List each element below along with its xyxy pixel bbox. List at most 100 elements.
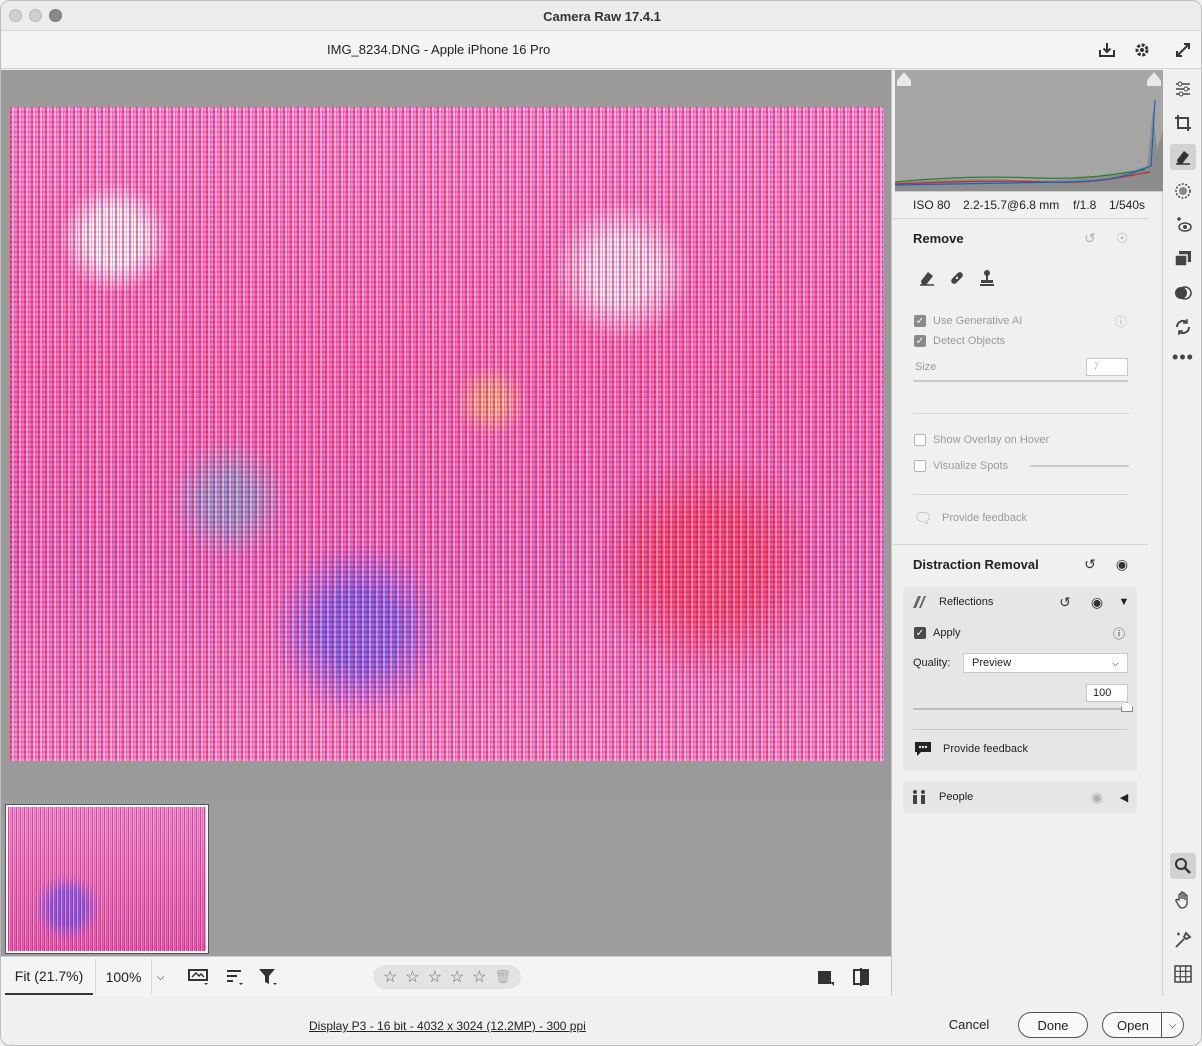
open-button[interactable]: Open ⌵ [1102,1012,1184,1038]
visualize-spots-label: Visualize Spots [933,460,1009,472]
hand-tool-icon[interactable] [1170,887,1196,913]
zoom-fit-button[interactable]: Fit (21.7%) [5,959,93,995]
open-button-label: Open [1117,1017,1149,1033]
generative-ai-info-icon[interactable]: ⓘ [1113,313,1129,329]
apply-info-icon[interactable]: ⓘ [1111,625,1127,641]
reflections-icon [909,592,929,612]
grid-overlay-icon[interactable] [1170,961,1196,987]
distraction-visibility-eye-icon[interactable]: ◉ [1113,556,1131,572]
before-after-icon[interactable] [850,965,874,989]
apply-checkbox[interactable]: ✓ [914,627,926,639]
zoom-dropdown-chevron-icon[interactable]: ⌵ [151,959,169,995]
photo-preview[interactable] [10,107,884,761]
cancel-button[interactable]: Cancel [941,1011,997,1037]
snapshots-icon[interactable] [1170,246,1196,272]
divider [913,494,1129,495]
title-bar: Camera Raw 17.4.1 [1,1,1201,31]
masking-icon[interactable] [1170,178,1196,204]
divider [893,218,1148,219]
background-toggle-icon[interactable] [813,965,837,989]
filmstrip-thumbnail[interactable] [5,804,209,954]
clone-tool-stamp-icon[interactable] [977,268,997,288]
save-image-icon[interactable] [1097,40,1117,60]
size-value-field[interactable]: 7 [1086,358,1128,376]
exif-focal-length: 2.2-15.7@6.8 mm [963,198,1060,212]
edit-sliders-icon[interactable] [1170,76,1196,102]
remove-reset-icon[interactable]: ↺ [1081,230,1099,246]
done-button[interactable]: Done [1018,1012,1088,1038]
star-5-icon[interactable]: ☆ [472,967,486,987]
detect-objects-label: Detect Objects [933,335,1006,347]
apply-label: Apply [933,627,961,639]
reflections-collapse-triangle-icon[interactable]: ▼ [1115,594,1133,610]
zoom-magnifier-icon[interactable] [1170,853,1196,879]
star-3-icon[interactable]: ☆ [428,967,442,987]
filmstrip-view-icon[interactable] [187,965,211,989]
color-sampler-icon[interactable] [1170,927,1196,953]
exif-shutter: 1/540s [1109,198,1146,212]
quality-select[interactable]: Preview ⌵ [963,653,1128,673]
feedback-speech-bubble-icon[interactable]: 🗨 [913,508,933,528]
bottom-toolbar: Fit (21.7%) 100% ⌵ ☆ ☆ ☆ ☆ ☆ 🗑 [1,956,892,996]
fullscreen-icon[interactable] [1173,40,1193,60]
sort-icon[interactable] [223,965,247,989]
reflections-label: Reflections [939,596,994,608]
star-4-icon[interactable]: ☆ [450,967,464,987]
red-eye-icon[interactable] [1170,212,1196,238]
people-subpanel: People ◉ ◀ [903,781,1137,813]
visualize-spots-checkbox[interactable] [914,460,926,472]
trash-icon[interactable]: 🗑 [494,969,511,985]
divider [893,544,1148,545]
remove-section-title: Remove [913,231,964,246]
people-expand-triangle-icon[interactable]: ◀ [1115,789,1133,805]
more-options-icon[interactable]: ••• [1170,344,1196,370]
histogram-curves [895,99,1163,191]
workflow-options-link[interactable]: Display P3 - 16 bit - 4032 x 3024 (12.2M… [309,1019,586,1033]
reflections-visibility-eye-icon[interactable]: ◉ [1088,594,1106,610]
image-canvas[interactable] [1,70,892,800]
visualize-spots-slider[interactable] [1030,465,1129,467]
people-icon [909,787,929,807]
remove-tool-eraser-icon[interactable] [917,268,937,288]
filter-icon[interactable] [256,965,280,989]
zoom-100-button[interactable]: 100% [95,959,151,995]
star-2-icon[interactable]: ☆ [405,967,419,987]
sync-settings-icon[interactable] [1170,314,1196,340]
show-overlay-label: Show Overlay on Hover [933,434,1050,446]
detect-objects-checkbox[interactable]: ✓ [914,335,926,347]
reflections-subpanel: Reflections ↺ ◉ ▼ ✓ Apply ⓘ Quality: Pre… [903,587,1137,771]
show-overlay-checkbox[interactable] [914,434,926,446]
reflections-reset-icon[interactable]: ↺ [1056,594,1074,610]
histogram [895,70,1163,192]
reflections-amount-field[interactable]: 100 [1086,684,1128,702]
star-1-icon[interactable]: ☆ [383,967,397,987]
camera-raw-window: Camera Raw 17.4.1 IMG_8234.DNG - Apple i… [0,0,1202,1046]
image-header: IMG_8234.DNG - Apple iPhone 16 Pro [1,31,1201,69]
reflections-amount-slider-thumb[interactable] [1121,702,1133,712]
settings-gear-icon[interactable] [1132,40,1152,60]
use-generative-ai-label: Use Generative AI [933,315,1023,327]
star-rating: ☆ ☆ ☆ ☆ ☆ 🗑 [373,965,521,989]
quality-label: Quality: [913,657,951,669]
reflections-feedback-link[interactable]: Provide feedback [943,743,1028,755]
people-visibility-eye-icon[interactable]: ◉ [1088,789,1106,805]
remove-eraser-icon[interactable] [1170,144,1196,170]
edit-panel: ISO 80 2.2-15.7@6.8 mm f/1.8 1/540s Remo… [893,70,1163,996]
remove-feedback-link[interactable]: Provide feedback [942,512,1027,524]
remove-visibility-eye-icon[interactable]: ☉ [1113,230,1131,246]
size-slider[interactable] [913,380,1128,382]
heal-tool-bandage-icon[interactable] [947,268,967,288]
feedback-speech-bubble-icon[interactable] [913,739,933,759]
tool-rail: ••• [1164,70,1201,996]
open-options-chevron-icon[interactable]: ⌵ [1161,1013,1183,1037]
status-bar: Display P3 - 16 bit - 4032 x 3024 (12.2M… [1,996,1201,1045]
distraction-reset-icon[interactable]: ↺ [1081,556,1099,572]
people-label: People [939,791,974,803]
reflections-amount-slider[interactable] [913,708,1127,710]
quality-chevron-icon: ⌵ [1112,657,1119,668]
distraction-removal-title: Distraction Removal [913,557,1039,572]
image-filename: IMG_8234.DNG - Apple iPhone 16 Pro [327,42,551,57]
crop-icon[interactable] [1170,110,1196,136]
use-generative-ai-checkbox[interactable]: ✓ [914,315,926,327]
presets-icon[interactable] [1170,280,1196,306]
